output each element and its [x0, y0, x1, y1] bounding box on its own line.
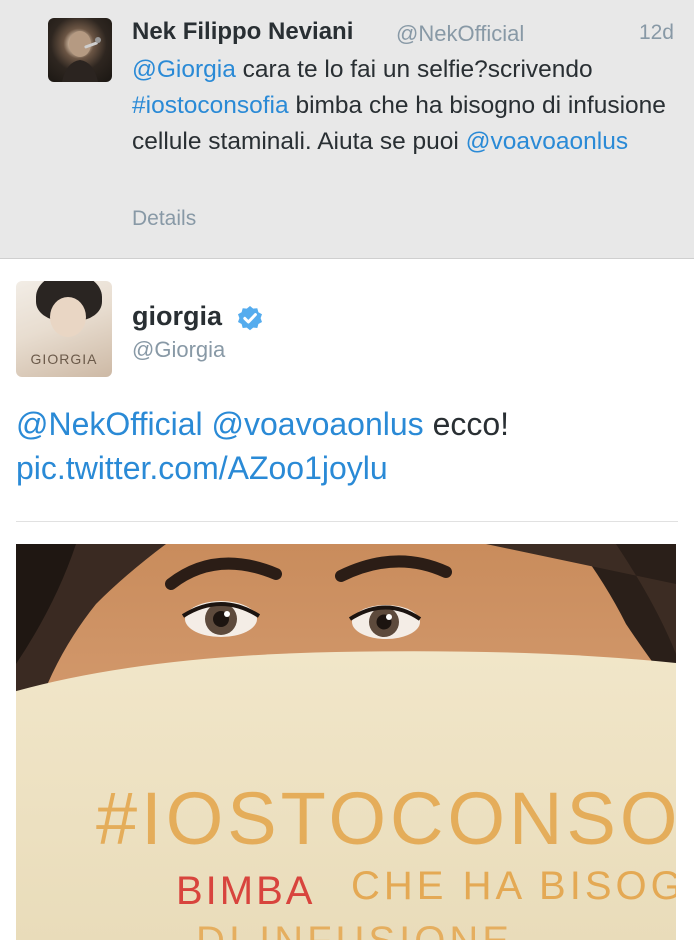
- hashtag-link[interactable]: #iostoconsofia: [132, 92, 289, 119]
- tweet-text-segment: cara te lo fai un selfie?scrivendo: [235, 56, 593, 83]
- tweet-text-segment: [203, 406, 212, 442]
- mention-link[interactable]: @Giorgia: [132, 56, 236, 83]
- details-link[interactable]: Details: [132, 207, 196, 231]
- parent-author-avatar[interactable]: [48, 18, 112, 82]
- sign-line-2b: CHE HA BISOGNO: [351, 864, 676, 908]
- parent-author-handle[interactable]: @NekOfficial: [396, 21, 524, 47]
- main-author-avatar[interactable]: GIORGIA: [16, 281, 112, 377]
- parent-author-name[interactable]: Nek Filippo Neviani: [132, 18, 353, 46]
- parent-tweet-text: @Giorgia cara te lo fai un selfie?scrive…: [132, 52, 672, 160]
- mention-link[interactable]: @NekOfficial: [16, 406, 203, 442]
- mention-link[interactable]: @voavoaonlus: [212, 406, 424, 442]
- avatar-logo-text: GIORGIA: [30, 351, 98, 367]
- main-tweet-text: @NekOfficial @voavoaonlus ecco! pic.twit…: [16, 402, 676, 490]
- verified-badge-icon: [238, 306, 262, 331]
- parent-tweet[interactable]: Nek Filippo Neviani @NekOfficial 12d @Gi…: [0, 0, 694, 259]
- main-author-handle[interactable]: @Giorgia: [132, 337, 225, 363]
- pic-link[interactable]: pic.twitter.com/AZoo1joylu: [16, 450, 388, 486]
- tweet-photo[interactable]: #IOSTOCONSOFIA BIMBA CHE HA BISOGNO DI I…: [16, 544, 676, 940]
- mention-link[interactable]: @voavoaonlus: [466, 128, 628, 155]
- divider: [16, 521, 678, 522]
- avatar-face-shape: [50, 297, 86, 337]
- main-author-name[interactable]: giorgia: [132, 301, 222, 332]
- selfie-image: #IOSTOCONSOFIA BIMBA CHE HA BISOGNO DI I…: [16, 544, 676, 940]
- avatar-photo-icon: [62, 31, 101, 82]
- parent-tweet-timestamp[interactable]: 12d: [639, 21, 674, 45]
- tweet-text-segment: ecco!: [423, 406, 510, 442]
- sign-line-3: DI INFUSIONE: [196, 919, 513, 940]
- sign-line-2a: BIMBA: [176, 869, 315, 913]
- sign-line-1: #IOSTOCONSOFIA: [96, 777, 676, 860]
